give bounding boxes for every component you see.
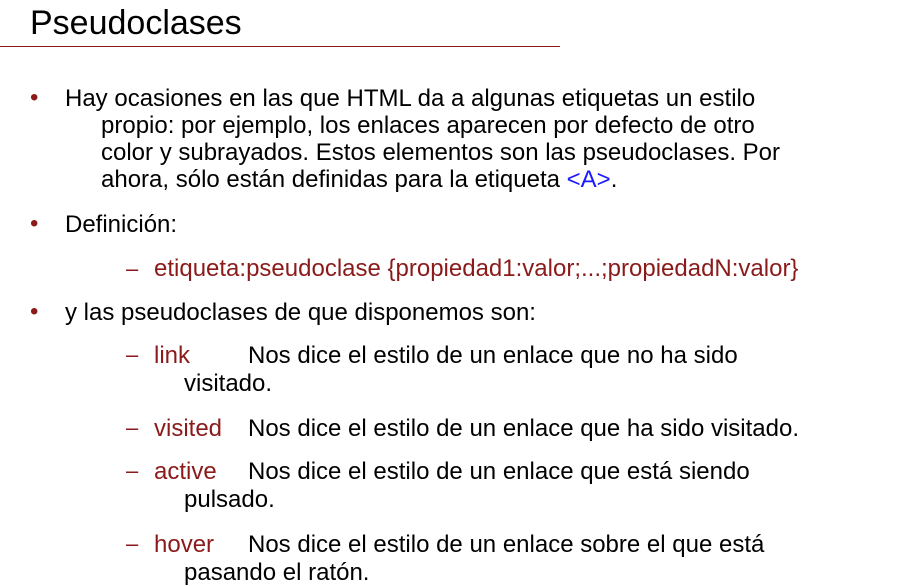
pseudoclass-description: Nos dice el estilo de un enlace que está… [248, 458, 750, 485]
slide-title: Pseudoclases [30, 4, 242, 42]
pseudoclass-description: Nos dice el estilo de un enlace que no h… [248, 342, 738, 369]
intro-line-4-suffix: . [610, 166, 618, 193]
bullet-icon: • [30, 298, 39, 325]
intro-line-2: propio: por ejemplo, los enlaces aparece… [101, 112, 755, 139]
intro-line-3: color y subrayados. Estos elementos son … [101, 139, 781, 166]
definition-label: Definición: [65, 211, 178, 238]
intro-line-1: Hay ocasiones en las que HTML da a algun… [65, 85, 756, 112]
pseudoclass-description-cont: pulsado. [184, 486, 275, 513]
pseudoclasses-intro: y las pseudoclases de que disponemos son… [65, 299, 536, 326]
dash-icon: – [126, 458, 139, 483]
pseudoclass-description: Nos dice el estilo de un enlace sobre el… [248, 531, 765, 558]
anchor-tag: <A> [566, 166, 611, 193]
intro-line-4: ahora, sólo están definidas para la etiq… [101, 166, 617, 193]
pseudoclass-name: link [154, 342, 191, 369]
pseudoclass-name: active [154, 458, 217, 485]
dash-icon: – [126, 531, 139, 556]
definition-syntax: etiqueta:pseudoclase {propiedad1:valor;.… [154, 255, 799, 282]
pseudoclass-name: hover [154, 531, 215, 558]
dash-icon: – [126, 342, 139, 367]
dash-icon: – [126, 256, 139, 281]
bullet-icon: • [30, 84, 39, 111]
pseudoclass-name: visited [154, 415, 223, 442]
intro-line-4-prefix: ahora, sólo están definidas para la etiq… [101, 166, 567, 193]
bullet-icon: • [30, 210, 39, 237]
dash-icon: – [126, 415, 139, 440]
pseudoclass-description-cont: visitado. [184, 370, 273, 397]
pseudoclass-description: Nos dice el estilo de un enlace que ha s… [248, 415, 800, 442]
title-underline [0, 46, 560, 47]
pseudoclass-description-cont: pasando el ratón. [184, 559, 370, 586]
